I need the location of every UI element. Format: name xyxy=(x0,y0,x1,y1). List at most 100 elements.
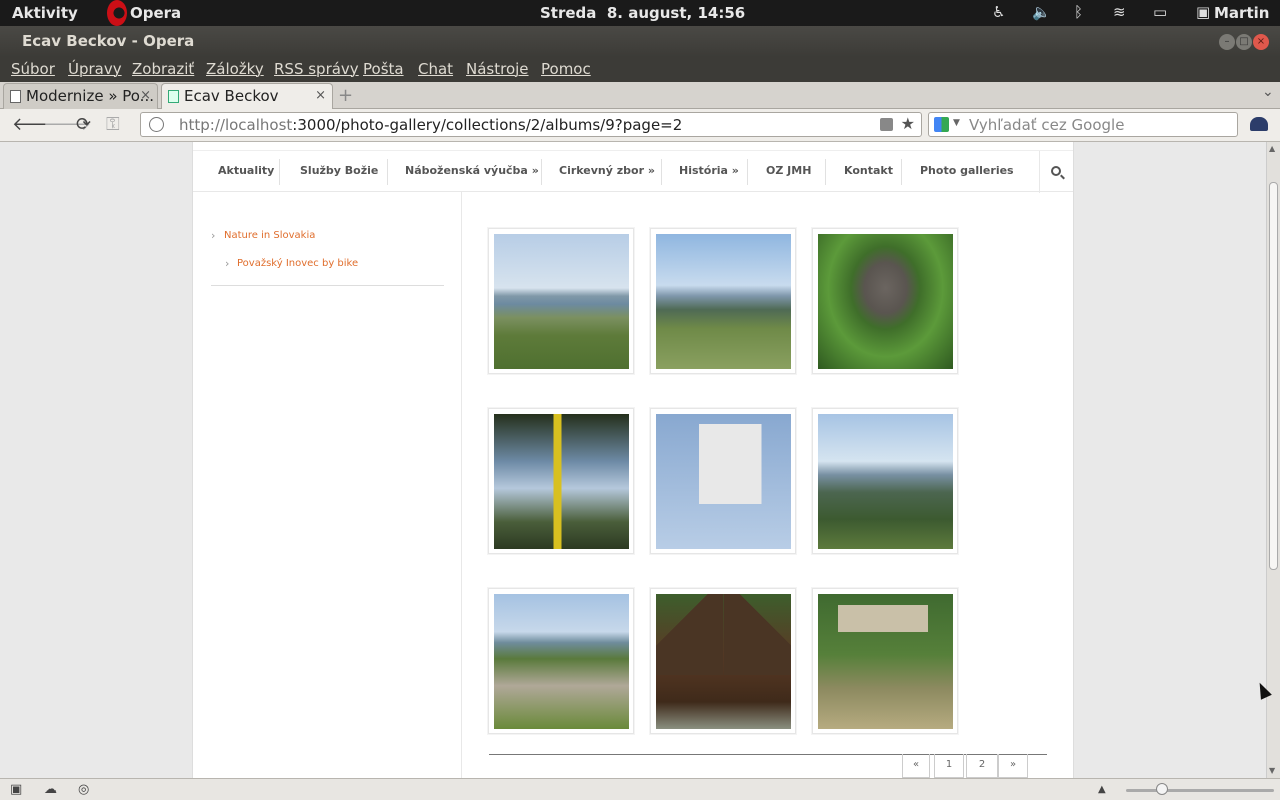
nav-divider xyxy=(747,159,748,185)
menu-chat[interactable]: Chat xyxy=(418,60,453,78)
user-icon[interactable]: ▣ xyxy=(1196,3,1210,21)
activities-button[interactable]: Aktivity xyxy=(12,4,78,22)
close-icon[interactable]: × xyxy=(1253,34,1269,50)
page-icon xyxy=(10,90,21,103)
photo-thumbnail[interactable] xyxy=(812,408,958,554)
menu-tools[interactable]: Nástroje xyxy=(466,60,529,78)
photo-thumbnail[interactable] xyxy=(650,228,796,374)
url-host: http://localhost xyxy=(179,116,293,134)
bookmark-star-icon[interactable]: ★ xyxy=(901,114,915,133)
photo-mountain-view-2 xyxy=(656,234,791,369)
sidebar-item-album[interactable]: Považský Inovec by bike xyxy=(237,258,358,269)
nav-divider xyxy=(825,159,826,185)
volume-icon[interactable]: 🔈 xyxy=(1032,3,1051,21)
pager-page-1[interactable]: 1 xyxy=(934,754,964,778)
chevron-right-icon: › xyxy=(225,257,230,270)
photo-mountain-view-1 xyxy=(494,234,629,369)
site-page: Aktuality Služby Božie Náboženská výučba… xyxy=(192,142,1074,778)
photo-thumbnail[interactable] xyxy=(812,588,958,734)
tab-modernize[interactable]: Modernize » Po... × xyxy=(3,83,158,109)
nav-nabozenska[interactable]: Náboženská výučba » xyxy=(405,164,539,177)
menu-view[interactable]: Zobraziť xyxy=(132,60,194,78)
clock[interactable]: Streda 8. august, 14:56 xyxy=(540,4,745,22)
close-tab-icon[interactable]: × xyxy=(315,88,326,103)
security-icon[interactable] xyxy=(149,117,164,132)
nav-oz-jmh[interactable]: OZ JMH xyxy=(766,164,811,177)
close-tab-icon[interactable]: × xyxy=(140,88,151,103)
menu-help[interactable]: Pomoc xyxy=(541,60,591,78)
menu-edit[interactable]: Úpravy xyxy=(68,60,122,78)
photo-thumbnail[interactable] xyxy=(812,228,958,374)
nav-aktuality[interactable]: Aktuality xyxy=(218,164,274,177)
chevron-down-icon[interactable]: ▼ xyxy=(953,118,960,128)
web-viewport: Aktuality Služby Božie Náboženská výučba… xyxy=(0,142,1280,778)
zoom-slider[interactable] xyxy=(1126,789,1274,792)
gallery-sidebar: › Nature in Slovakia › Považský Inovec b… xyxy=(193,192,462,778)
app-menu-button[interactable]: Opera xyxy=(130,4,181,22)
sidebar-item-collection[interactable]: Nature in Slovakia xyxy=(224,230,315,241)
window-title-bar: Ecav Beckov - Opera – □ × xyxy=(0,26,1280,57)
new-tab-icon[interactable]: + xyxy=(338,85,353,106)
vertical-scrollbar[interactable]: ▲ ▼ xyxy=(1266,142,1280,778)
menu-bookmarks[interactable]: Záložky xyxy=(206,60,264,78)
opera-logo-icon xyxy=(107,0,127,26)
tab-menu-chevron-icon[interactable]: ⌄ xyxy=(1262,84,1274,100)
photo-thumbnail[interactable] xyxy=(650,588,796,734)
accessibility-icon[interactable]: ♿ xyxy=(992,3,1005,21)
scrollbar-thumb[interactable] xyxy=(1269,182,1278,570)
nav-kontakt[interactable]: Kontakt xyxy=(844,164,893,177)
view-up-icon[interactable]: ▲ xyxy=(1098,784,1106,795)
speed-dial-icon[interactable]: ◎ xyxy=(78,782,89,797)
unite-cloud-icon[interactable]: ☁ xyxy=(44,782,57,797)
nav-divider xyxy=(541,159,542,185)
photo-meadow-logs xyxy=(494,594,629,729)
photo-forest-valley xyxy=(818,414,953,549)
window-title: Ecav Beckov - Opera xyxy=(22,32,195,50)
sidebar-divider xyxy=(211,285,444,286)
pager-page-2[interactable]: 2 xyxy=(966,754,998,778)
nav-divider xyxy=(901,159,902,185)
nav-historia[interactable]: História » xyxy=(679,164,739,177)
photo-wayside-shrine xyxy=(818,234,953,369)
photo-thumbnail[interactable] xyxy=(650,408,796,554)
photo-spring-sign xyxy=(818,594,953,729)
address-field[interactable]: http://localhost:3000/photo-gallery/coll… xyxy=(140,112,922,137)
search-field[interactable]: ▼ Vyhľadať cez Google xyxy=(928,112,1238,137)
wifi-icon[interactable]: ≋ xyxy=(1113,3,1126,21)
zoom-slider-knob[interactable] xyxy=(1156,783,1168,795)
panel-toggle-icon[interactable]: ▣ xyxy=(10,782,22,797)
menu-mail[interactable]: Pošta xyxy=(363,60,404,78)
url-path: :3000/photo-gallery/collections/2/albums… xyxy=(292,116,683,134)
rss-icon[interactable] xyxy=(880,118,893,131)
reload-icon[interactable]: ⟳ xyxy=(76,114,91,135)
nav-cirkevny-zbor[interactable]: Cirkevný zbor » xyxy=(559,164,655,177)
scroll-up-icon[interactable]: ▲ xyxy=(1269,144,1275,153)
photo-thumbnail[interactable] xyxy=(488,588,634,734)
wand-key-icon[interactable]: ⚿ xyxy=(106,114,120,135)
scroll-down-icon[interactable]: ▼ xyxy=(1269,766,1275,775)
user-menu[interactable]: Martin xyxy=(1214,4,1269,22)
minimize-icon[interactable]: – xyxy=(1219,34,1235,50)
photo-thumbnail[interactable] xyxy=(488,228,634,374)
battery-icon[interactable]: ▭ xyxy=(1153,3,1167,21)
site-search-button[interactable] xyxy=(1039,151,1073,193)
tab-ecav-beckov[interactable]: Ecav Beckov × xyxy=(161,83,333,109)
nav-photo-galleries[interactable]: Photo galleries xyxy=(920,164,1014,177)
pager-next[interactable]: » xyxy=(998,754,1028,778)
nav-divider xyxy=(279,159,280,185)
site-nav: Aktuality Služby Božie Náboženská výučba… xyxy=(193,150,1073,193)
search-placeholder: Vyhľadať cez Google xyxy=(969,116,1125,134)
photo-trail-signpost-tree xyxy=(494,414,629,549)
pager-prev[interactable]: « xyxy=(902,754,930,778)
tab-label: Ecav Beckov xyxy=(184,87,279,105)
nav-sluzby[interactable]: Služby Božie xyxy=(300,164,378,177)
menu-file[interactable]: Súbor xyxy=(11,60,55,78)
status-bar: ▣ ☁ ◎ ▲ xyxy=(0,778,1280,800)
opera-menu-icon[interactable] xyxy=(1250,117,1268,131)
google-icon[interactable] xyxy=(934,117,949,132)
menu-rss[interactable]: RSS správy xyxy=(274,60,359,78)
bluetooth-icon[interactable]: ᛒ xyxy=(1074,3,1083,21)
photo-thumbnail[interactable] xyxy=(488,408,634,554)
maximize-icon[interactable]: □ xyxy=(1236,34,1252,50)
photo-wooden-hut xyxy=(656,594,791,729)
